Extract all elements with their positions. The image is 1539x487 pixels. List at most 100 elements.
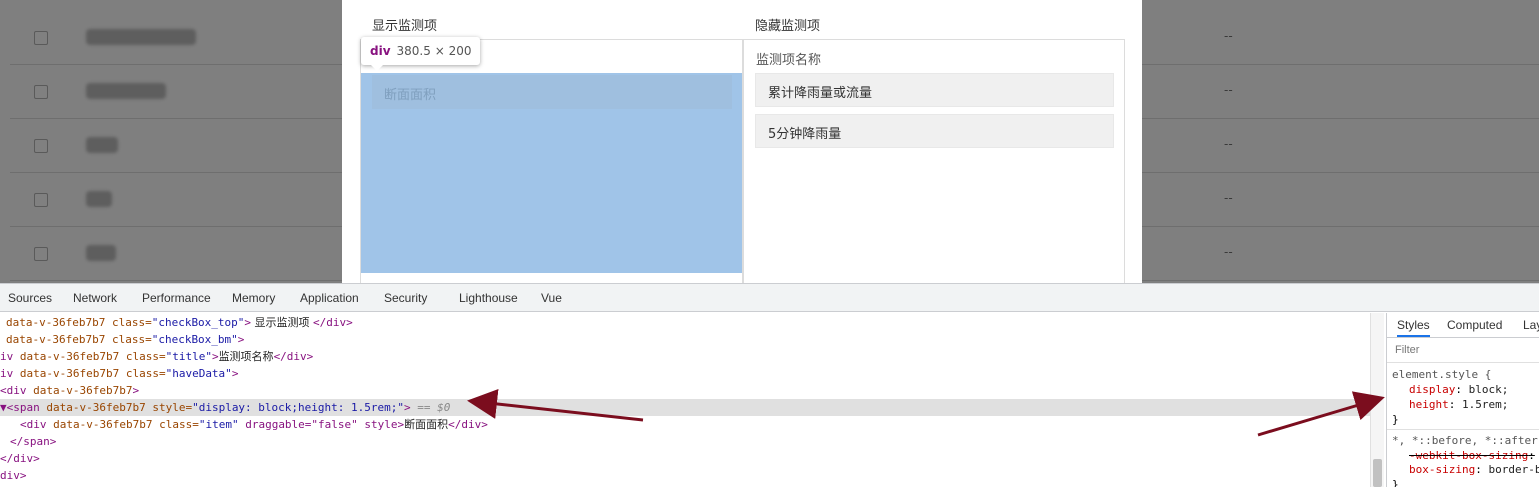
hidden-items-panel: 监测项名称 累计降雨量或流量 5分钟降雨量: [743, 39, 1125, 283]
row-value: --: [1224, 29, 1233, 43]
dom-node-line[interactable]: iv data-v-36feb7b7 class="title">监测项名称</…: [0, 348, 313, 365]
dom-node-line[interactable]: <div data-v-36feb7b7>: [0, 382, 139, 399]
style-prop: box-sizing: [1409, 463, 1476, 476]
tab-layout[interactable]: Lay: [1523, 318, 1539, 332]
tag-attrs: data-v-36feb7b7 class=: [53, 418, 199, 431]
row-checkbox[interactable]: [34, 247, 48, 261]
rule-divider: [1387, 429, 1539, 430]
row-checkbox[interactable]: [34, 139, 48, 153]
tag-open: div>: [0, 469, 27, 482]
node-text: 显示监测项: [251, 316, 314, 329]
tag-tail: draggable="false" style>: [238, 418, 405, 431]
blurred-name: [86, 191, 112, 207]
style-decl[interactable]: box-sizing: border-b: [1409, 463, 1539, 476]
dom-node-line[interactable]: <div data-v-36feb7b7 class="item" dragga…: [0, 416, 488, 433]
tab-security[interactable]: Security: [384, 291, 427, 305]
row-value: --: [1224, 83, 1233, 97]
dom-node-line[interactable]: data-v-36feb7b7 class="checkBox_top"> 显示…: [0, 314, 353, 331]
tag-tail: >: [404, 401, 411, 414]
tab-vue[interactable]: Vue: [541, 291, 562, 305]
tag-close: </div>: [448, 418, 488, 431]
hidden-item[interactable]: 累计降雨量或流量: [755, 73, 1114, 107]
tag-open: <div: [0, 384, 34, 397]
styles-filter-input[interactable]: Filter: [1387, 339, 1539, 363]
hidden-items-title: 隐藏监测项: [755, 19, 821, 34]
dom-node-line[interactable]: ▼<span data-v-36feb7b7 style="display: b…: [0, 399, 1370, 416]
dom-node-line[interactable]: data-v-36feb7b7 class="checkBox_bm">: [0, 331, 244, 348]
blurred-name: [86, 137, 118, 153]
tag-tail: >: [231, 367, 239, 380]
row-value: --: [1224, 137, 1233, 151]
tab-performance[interactable]: Performance: [142, 291, 211, 305]
shown-items-panel: 断面面积: [360, 39, 743, 283]
expand-toggle: ▼: [0, 401, 7, 414]
style-value: 1.5rem;: [1462, 398, 1509, 411]
tag-attrs: data-v-36feb7b7 class=: [6, 316, 152, 329]
tag-tail: >: [211, 350, 219, 363]
tag-close: </div>: [273, 350, 314, 363]
tab-computed[interactable]: Computed: [1447, 318, 1502, 332]
attr-value: "display: block;height: 1.5rem;": [192, 401, 404, 414]
dom-node-line[interactable]: div>: [0, 467, 27, 484]
universal-selector: *, *::before, *::after: [1392, 434, 1538, 447]
tooltip-tag: div: [370, 44, 391, 58]
dom-node-line[interactable]: </span>: [0, 433, 56, 450]
dimmed-page: -- -- -- -- -- 显示监测项 隐藏监测项 断面面积 监测项名称 累计…: [0, 0, 1539, 283]
tab-sources[interactable]: Sources: [8, 291, 52, 305]
inspect-tooltip: div 380.5 × 200: [361, 37, 481, 65]
node-text: 监测项名称: [218, 350, 274, 363]
tab-styles[interactable]: Styles: [1397, 318, 1430, 337]
style-value: border-b: [1488, 463, 1539, 476]
row-checkbox[interactable]: [34, 85, 48, 99]
style-decl[interactable]: display: block;: [1409, 383, 1508, 396]
tag-open: </span>: [10, 435, 57, 448]
inspect-highlight: 断面面积: [361, 73, 742, 273]
tab-network[interactable]: Network: [73, 291, 117, 305]
node-text: 断面面积: [404, 418, 449, 431]
style-decl[interactable]: -webkit-box-sizing:: [1409, 449, 1535, 462]
tag-open: <span: [6, 401, 47, 414]
attr-value: "haveData": [165, 367, 232, 380]
styles-tabbar: Styles Computed Lay: [1387, 313, 1539, 338]
attr-value: "title": [165, 350, 212, 363]
shown-item[interactable]: 断面面积: [372, 75, 732, 109]
scroll-thumb[interactable]: [1373, 459, 1382, 487]
row-checkbox[interactable]: [34, 193, 48, 207]
hidden-item[interactable]: 5分钟降雨量: [755, 114, 1114, 148]
tag-open: <div: [20, 418, 54, 431]
tag-close: </div>: [313, 316, 353, 329]
tag-open: iv: [0, 350, 20, 363]
blurred-name: [86, 29, 196, 45]
shown-items-title: 显示监测项: [372, 19, 438, 34]
attr-value: "item": [198, 418, 239, 431]
style-decl[interactable]: height: 1.5rem;: [1409, 398, 1508, 411]
tag-tail: >: [237, 333, 245, 346]
tag-open: iv: [0, 367, 20, 380]
selected-marker: == $0: [410, 401, 451, 414]
dom-node-line[interactable]: iv data-v-36feb7b7 class="haveData">: [0, 365, 238, 382]
elements-tree[interactable]: data-v-36feb7b7 class="checkBox_top"> 显示…: [0, 313, 1370, 487]
dom-node-line[interactable]: </div>: [0, 450, 40, 467]
tab-lighthouse[interactable]: Lighthouse: [459, 291, 518, 305]
row-checkbox[interactable]: [34, 31, 48, 45]
tag-open: </div>: [0, 452, 40, 465]
style-prop: height: [1409, 398, 1449, 411]
blurred-name: [86, 83, 166, 99]
styles-pane: Styles Computed Lay Filter element.style…: [1386, 313, 1539, 487]
row-value: --: [1224, 245, 1233, 259]
panel-subtitle: 监测项名称: [756, 53, 822, 68]
tag-attrs: data-v-36feb7b7 class=: [19, 350, 166, 363]
tab-memory[interactable]: Memory: [232, 291, 275, 305]
tag-attrs: data-v-36feb7b7 style=: [46, 401, 193, 414]
elements-scrollbar[interactable]: [1370, 313, 1384, 487]
devtools-tabbar: Sources Network Performance Memory Appli…: [0, 284, 1539, 312]
attr-value: "checkBox_top": [151, 316, 245, 329]
tag-attrs: data-v-36feb7b7: [33, 384, 133, 397]
tag-attrs: data-v-36feb7b7 class=: [19, 367, 166, 380]
style-value: block;: [1468, 383, 1509, 396]
element-style-selector: element.style {: [1392, 368, 1492, 381]
blurred-name: [86, 245, 116, 261]
tag-attrs: data-v-36feb7b7 class=: [6, 333, 152, 346]
tooltip-arrow: [370, 64, 384, 71]
tab-application[interactable]: Application: [300, 291, 359, 305]
